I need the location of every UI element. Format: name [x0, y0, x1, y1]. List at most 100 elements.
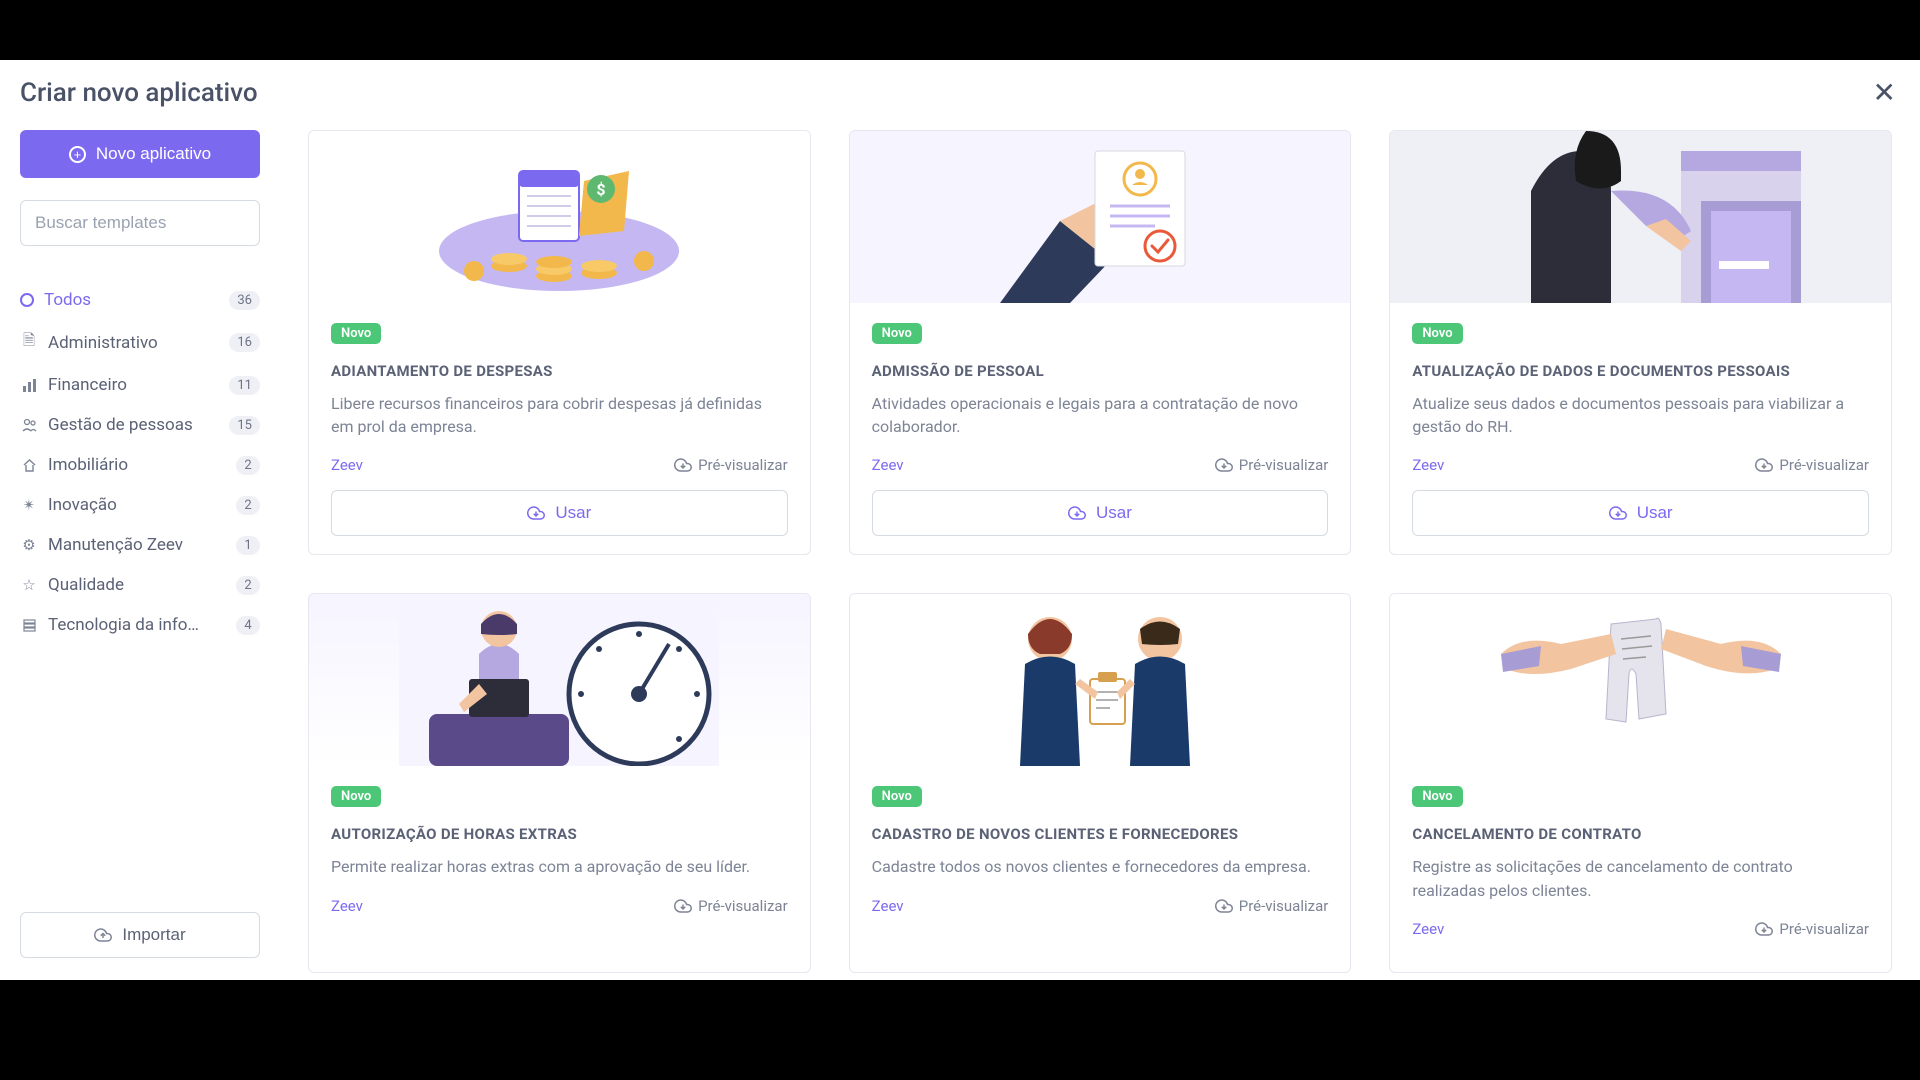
preview-link[interactable]: Pré-visualizar [674, 456, 788, 474]
close-icon[interactable]: ✕ [1873, 79, 1896, 107]
document-icon: 🗎 [20, 330, 38, 355]
import-button[interactable]: Importar [20, 912, 260, 958]
preview-label: Pré-visualizar [698, 897, 788, 915]
preview-label: Pré-visualizar [1239, 456, 1329, 474]
category-count: 4 [236, 616, 260, 635]
preview-label: Pré-visualizar [1779, 920, 1869, 938]
card-title: CANCELAMENTO DE CONTRATO [1412, 825, 1869, 843]
cloud-download-icon [527, 504, 545, 522]
card-description: Registre as solicitações de cancelamento… [1412, 855, 1869, 901]
card-description: Atualize seus dados e documentos pessoai… [1412, 392, 1869, 438]
template-card: $ Novo [308, 130, 811, 555]
card-title: ATUALIZAÇÃO DE DADOS E DOCUMENTOS PESSOA… [1412, 362, 1869, 380]
use-label: Usar [555, 503, 591, 523]
preview-link[interactable]: Pré-visualizar [1215, 897, 1329, 915]
card-title: ADMISSÃO DE PESSOAL [872, 362, 1329, 380]
category-label: Todos [44, 290, 91, 310]
category-count: 16 [229, 333, 260, 352]
category-count: 11 [229, 376, 260, 395]
search-input[interactable] [20, 200, 260, 246]
card-illustration [1390, 131, 1891, 303]
sidebar-item-tecnologia[interactable]: Tecnologia da info… 4 [20, 605, 260, 645]
card-illustration [850, 131, 1351, 303]
card-author-link[interactable]: Zeev [872, 456, 904, 474]
preview-label: Pré-visualizar [698, 456, 788, 474]
star-icon: ☆ [20, 576, 38, 594]
sidebar-item-administrativo[interactable]: 🗎 Administrativo 16 [20, 320, 260, 365]
cloud-download-icon [674, 897, 692, 915]
plus-circle-icon: + [69, 146, 86, 163]
card-author-link[interactable]: Zeev [1412, 456, 1444, 474]
category-list: Todos 36 🗎 Administrativo 16 [20, 280, 260, 645]
use-button[interactable]: Usar [1412, 490, 1869, 536]
preview-link[interactable]: Pré-visualizar [1755, 456, 1869, 474]
status-badge: Novo [331, 786, 381, 807]
category-label: Gestão de pessoas [48, 415, 193, 435]
preview-link[interactable]: Pré-visualizar [1755, 920, 1869, 938]
cloud-download-icon [1755, 920, 1773, 938]
template-card: Novo ADMISSÃO DE PESSOAL Atividades oper… [849, 130, 1352, 555]
cloud-download-icon [1755, 456, 1773, 474]
gear-icon: ⚙ [20, 536, 38, 554]
category-label: Qualidade [48, 575, 124, 595]
card-author-link[interactable]: Zeev [872, 897, 904, 915]
cloud-download-icon [1215, 897, 1233, 915]
sidebar-item-financeiro[interactable]: Financeiro 11 [20, 365, 260, 405]
header: Criar novo aplicativo ✕ [0, 60, 1920, 122]
template-card: Novo ATUALIZAÇÃO DE DADOS E DOCUMENTOS P… [1389, 130, 1892, 555]
card-title: AUTORIZAÇÃO DE HORAS EXTRAS [331, 825, 788, 843]
preview-label: Pré-visualizar [1239, 897, 1329, 915]
home-icon [20, 458, 38, 473]
sidebar-item-todos[interactable]: Todos 36 [20, 280, 260, 320]
app-window: Criar novo aplicativo ✕ + Novo aplicativ… [0, 60, 1920, 980]
preview-link[interactable]: Pré-visualizar [1215, 456, 1329, 474]
card-illustration [1390, 594, 1891, 766]
sidebar-item-gestao-pessoas[interactable]: Gestão de pessoas 15 [20, 405, 260, 445]
category-count: 2 [236, 496, 260, 515]
card-title: ADIANTAMENTO DE DESPESAS [331, 362, 788, 380]
import-label: Importar [122, 925, 185, 945]
sidebar-item-inovacao[interactable]: ✴ Inovação 2 [20, 485, 260, 525]
cloud-download-icon [1609, 504, 1627, 522]
template-grid: $ Novo [308, 130, 1892, 973]
template-card: Novo CADASTRO DE NOVOS CLIENTES E FORNEC… [849, 593, 1352, 972]
new-app-button[interactable]: + Novo aplicativo [20, 130, 260, 178]
sidebar-item-qualidade[interactable]: ☆ Qualidade 2 [20, 565, 260, 605]
category-label: Administrativo [48, 333, 158, 353]
cloud-download-icon [674, 456, 692, 474]
preview-link[interactable]: Pré-visualizar [674, 897, 788, 915]
status-badge: Novo [1412, 786, 1462, 807]
status-badge: Novo [872, 323, 922, 344]
sidebar-item-imobiliario[interactable]: Imobiliário 2 [20, 445, 260, 485]
circle-icon [20, 293, 34, 307]
card-illustration [309, 594, 810, 766]
use-button[interactable]: Usar [331, 490, 788, 536]
category-count: 1 [236, 536, 260, 555]
use-button[interactable]: Usar [872, 490, 1329, 536]
template-card: Novo AUTORIZAÇÃO DE HORAS EXTRAS Permite… [308, 593, 811, 972]
cloud-upload-icon [94, 926, 112, 944]
bars-icon [20, 378, 38, 393]
category-label: Imobiliário [48, 455, 128, 475]
cloud-download-icon [1215, 456, 1233, 474]
card-author-link[interactable]: Zeev [1412, 920, 1444, 938]
status-badge: Novo [872, 786, 922, 807]
new-app-label: Novo aplicativo [96, 144, 211, 164]
card-description: Cadastre todos os novos clientes e forne… [872, 855, 1329, 878]
sidebar-item-manutencao[interactable]: ⚙ Manutenção Zeev 1 [20, 525, 260, 565]
category-label: Financeiro [48, 375, 127, 395]
svg-text:$: $ [597, 180, 606, 199]
category-count: 36 [229, 291, 260, 310]
people-icon [20, 418, 38, 433]
card-description: Permite realizar horas extras com a apro… [331, 855, 788, 878]
card-author-link[interactable]: Zeev [331, 456, 363, 474]
card-author-link[interactable]: Zeev [331, 897, 363, 915]
cloud-download-icon [1068, 504, 1086, 522]
category-label: Tecnologia da info… [48, 615, 199, 635]
card-illustration: $ [309, 131, 810, 303]
category-label: Inovação [48, 495, 117, 515]
stack-icon [20, 618, 38, 633]
use-label: Usar [1096, 503, 1132, 523]
category-label: Manutenção Zeev [48, 535, 183, 555]
category-count: 2 [236, 576, 260, 595]
